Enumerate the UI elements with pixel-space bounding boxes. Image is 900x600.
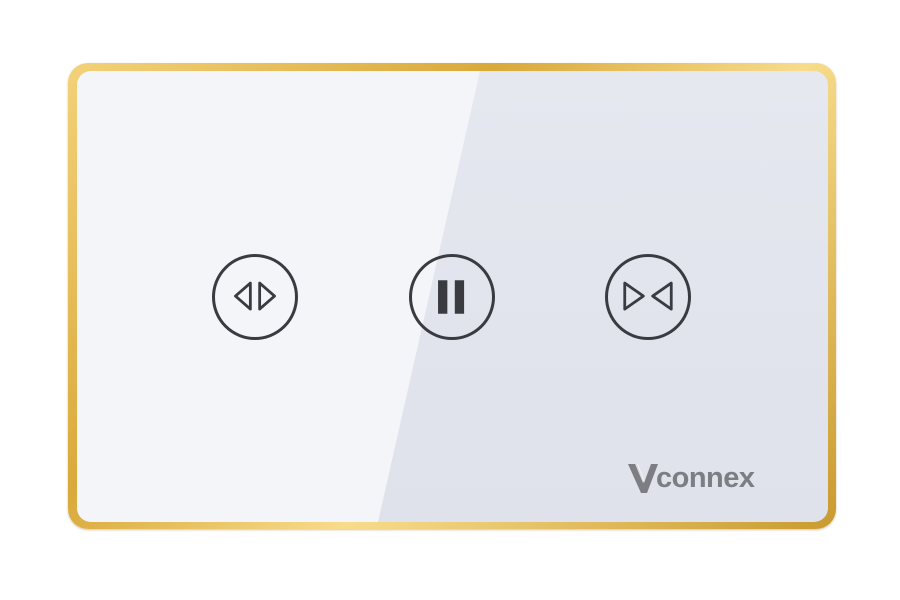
- close-curtain-icon: [623, 281, 673, 311]
- pause-icon: [438, 280, 465, 314]
- curtain-open-button[interactable]: [212, 254, 298, 340]
- open-curtain-icon: [234, 281, 276, 311]
- brand-logo: connex: [628, 458, 818, 498]
- brand-name: connex: [656, 462, 755, 494]
- curtain-close-button[interactable]: [605, 254, 691, 340]
- logo-mark-icon: [628, 464, 658, 493]
- curtain-pause-button[interactable]: [409, 254, 495, 340]
